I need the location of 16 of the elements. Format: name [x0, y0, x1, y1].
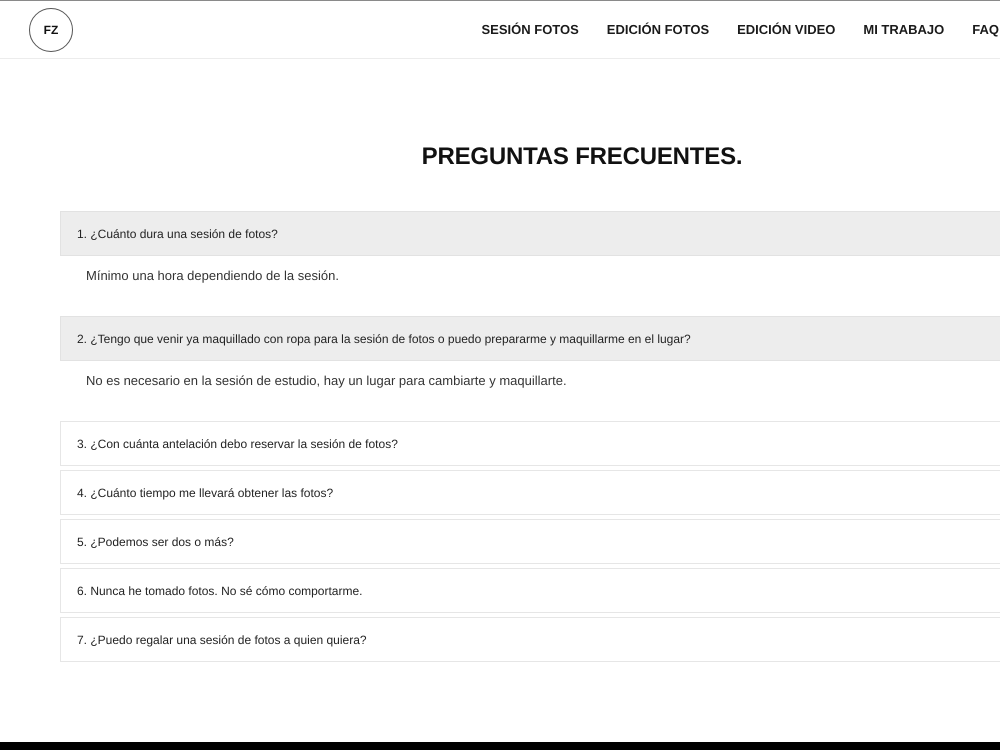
page-title: PREGUNTAS FRECUENTES. [420, 143, 744, 171]
faq-answer: No es necesario en la sesión de estudio, hay un lugar para cambiarte y maquillarte. [85, 372, 568, 390]
logo-link[interactable]: FZ [29, 8, 73, 52]
nav-link[interactable]: MI TRABAJO [863, 20, 944, 40]
faq-question[interactable]: 3. ¿Con cuánta antelación debo reservar la sesión de fotos? [60, 421, 1000, 466]
faq-answer: Mínimo una hora dependiendo de la sesión. [85, 267, 340, 285]
faq-question[interactable]: 4. ¿Cuánto tiempo me llevará obtener las fotos? [60, 470, 1000, 515]
nav-link[interactable]: FAQ [972, 20, 999, 40]
nav-link[interactable]: EDICIÓN FOTOS [606, 20, 710, 40]
faq-question[interactable]: 2. ¿Tengo que venir ya maquillado con ropa para la sesión de fotos o puedo prepararme y maquillarme en el lugar? [60, 316, 1000, 361]
faq-question[interactable]: 5. ¿Podemos ser dos o más? [60, 519, 1000, 564]
faq-question[interactable]: 1. ¿Cuánto dura una sesión de fotos? [60, 211, 1000, 256]
nav-link[interactable]: EDICIÓN VIDEO [737, 20, 836, 40]
faq-question[interactable]: 6. Nunca he tomado fotos. No sé cómo comportarme. [60, 568, 1000, 613]
nav-link[interactable]: SESIÓN FOTOS [482, 20, 579, 40]
faq-question[interactable]: 7. ¿Puedo regalar una sesión de fotos a quien quiera? [60, 617, 1000, 662]
